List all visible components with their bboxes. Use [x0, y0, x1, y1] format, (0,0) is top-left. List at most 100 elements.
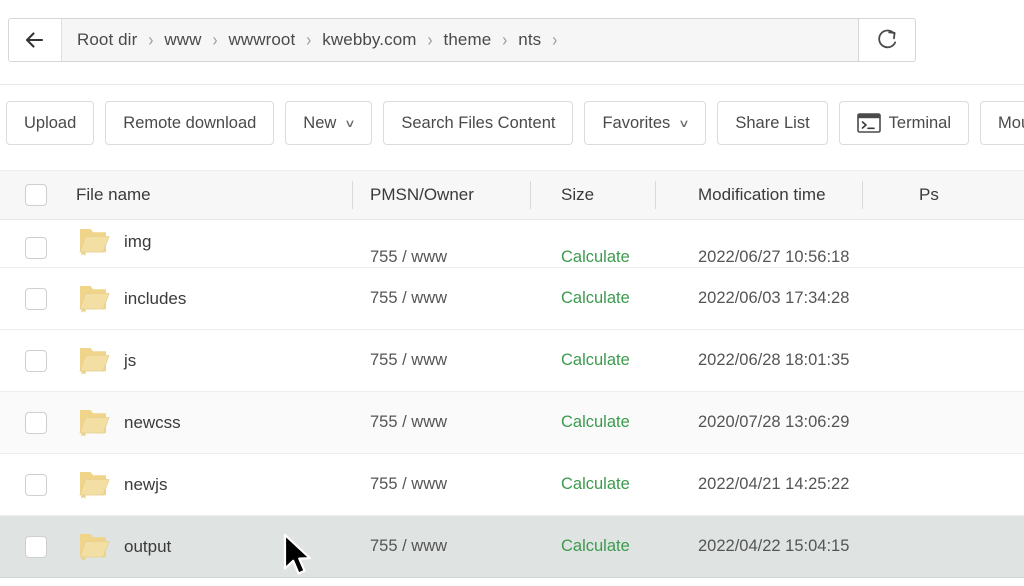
row-checkbox-cell[interactable]: [0, 237, 72, 267]
row-checkbox-cell[interactable]: [0, 411, 72, 434]
toolbar-button-share-list[interactable]: Share List: [717, 101, 828, 145]
column-header-file-name[interactable]: File name: [72, 185, 356, 205]
row-checkbox[interactable]: [25, 349, 47, 372]
toolbar-button-label: Terminal: [888, 113, 952, 132]
file-name-label[interactable]: newcss: [124, 413, 181, 433]
cell-size: Calculate: [548, 537, 686, 556]
calculate-size-link[interactable]: Calculate: [561, 351, 630, 369]
column-header-owner[interactable]: PMSN/Owner: [356, 185, 548, 205]
breadcrumb-segment-wwwroot[interactable]: wwwroot: [228, 30, 295, 50]
row-checkbox-cell[interactable]: [0, 473, 72, 496]
cell-owner: 755 / www: [356, 413, 548, 432]
toolbar-button-terminal[interactable]: Terminal: [838, 101, 970, 145]
breadcrumb-segment-root-dir[interactable]: Root dir: [77, 30, 137, 50]
cell-size: Calculate: [548, 351, 686, 370]
breadcrumb-separator-icon: ›: [552, 29, 558, 51]
row-checkbox[interactable]: [25, 411, 47, 434]
toolbar-button-new[interactable]: New ∨: [285, 101, 373, 145]
row-checkbox-cell[interactable]: [0, 349, 72, 372]
calculate-size-link[interactable]: Calculate: [561, 413, 630, 431]
arrow-left-icon: [25, 32, 44, 48]
row-checkbox-cell[interactable]: [0, 535, 72, 558]
row-checkbox[interactable]: [25, 237, 47, 259]
refresh-icon: [878, 29, 897, 49]
calculate-size-link[interactable]: Calculate: [561, 248, 630, 266]
toolbar-divider: [0, 84, 1024, 85]
cell-modification-time: 2022/04/21 14:25:22: [686, 475, 905, 494]
chevron-down-icon: ∨: [678, 117, 691, 130]
column-header-ps[interactable]: Ps: [905, 185, 1024, 205]
calculate-size-link[interactable]: Calculate: [561, 289, 630, 307]
cell-size: Calculate: [548, 248, 686, 267]
calculate-size-link[interactable]: Calculate: [561, 475, 630, 493]
toolbar-button-search-files-content[interactable]: Search Files Content: [383, 101, 574, 145]
breadcrumb-segment-www[interactable]: www: [164, 30, 201, 50]
breadcrumb-segment-kwebby-com[interactable]: kwebby.com: [322, 30, 416, 50]
cell-owner: 755 / www: [356, 351, 548, 370]
file-name-wrapper: output: [76, 530, 356, 564]
table-row[interactable]: newjs 755 / www Calculate 2022/04/21 14:25:…: [0, 454, 1024, 516]
folder-icon: [79, 285, 110, 313]
owner-label: 755 / www: [370, 537, 448, 555]
folder-icon: [79, 409, 110, 437]
cell-owner: 755 / www: [356, 537, 548, 556]
owner-label: 755 / www: [370, 289, 448, 307]
column-header-size-label: Size: [561, 185, 595, 204]
breadcrumb-separator-icon: ›: [148, 29, 154, 51]
breadcrumb-segment-theme[interactable]: theme: [444, 30, 492, 50]
modification-time-label: 2022/06/03 17:34:28: [698, 289, 850, 307]
column-divider: [352, 181, 353, 209]
select-all-checkbox[interactable]: [25, 184, 47, 206]
file-name-wrapper: newjs: [76, 468, 356, 502]
table-row[interactable]: newcss 755 / www Calculate 2020/07/28 13:06…: [0, 392, 1024, 454]
file-name-label[interactable]: newjs: [124, 475, 167, 495]
column-header-size[interactable]: Size: [548, 185, 686, 205]
chevron-down-icon: ∨: [344, 117, 357, 130]
cell-size: Calculate: [548, 413, 686, 432]
owner-label: 755 / www: [370, 413, 448, 431]
select-all-checkbox-cell[interactable]: [0, 184, 72, 206]
table-row[interactable]: img 755 / www Calculate 2022/06/27 10:56:18: [0, 220, 1024, 268]
row-checkbox[interactable]: [25, 473, 47, 496]
cell-file-name: includes: [72, 282, 356, 316]
row-checkbox[interactable]: [25, 535, 47, 558]
column-header-mtime[interactable]: Modification time: [686, 185, 905, 205]
folder-icon: [79, 229, 110, 256]
cell-file-name: output: [72, 530, 356, 564]
back-button[interactable]: [9, 19, 62, 61]
calculate-size-link[interactable]: Calculate: [561, 537, 630, 555]
modification-time-label: 2022/06/28 18:01:35: [698, 351, 850, 369]
file-name-wrapper: js: [76, 344, 356, 378]
toolbar-button-favorites[interactable]: Favorites ∨: [584, 101, 707, 145]
table-row[interactable]: includes 755 / www Calculate 2022/06/03 17:…: [0, 268, 1024, 330]
refresh-button[interactable]: [858, 19, 915, 61]
toolbar-button-label: Search Files Content: [401, 113, 556, 132]
breadcrumb-separator-icon: ›: [212, 29, 218, 51]
cell-file-name: newjs: [72, 468, 356, 502]
file-table: File name PMSN/Owner Size Modification t…: [0, 170, 1024, 585]
row-checkbox-cell[interactable]: [0, 287, 72, 310]
file-name-label[interactable]: js: [124, 351, 136, 371]
breadcrumb-separator-icon: ›: [306, 29, 312, 51]
file-name-label[interactable]: includes: [124, 289, 186, 309]
toolbar-button-remote-download[interactable]: Remote download: [105, 101, 275, 145]
column-divider: [862, 181, 863, 209]
file-name-label[interactable]: img: [124, 232, 151, 252]
owner-label: 755 / www: [370, 475, 448, 493]
toolbar-button-label: Mounted dis: [998, 113, 1024, 132]
file-name-wrapper: newcss: [76, 406, 356, 440]
toolbar-button-mounted-dis[interactable]: Mounted dis: [980, 101, 1024, 145]
table-body: img 755 / www Calculate 2022/06/27 10:56:18…: [0, 220, 1024, 578]
file-name-wrapper: img: [76, 225, 356, 267]
modification-time-label: 2022/04/22 15:04:15: [698, 537, 850, 555]
toolbar-button-upload[interactable]: Upload: [6, 101, 95, 145]
breadcrumb-bar: Root dir › www › wwwroot › kwebby.com › theme › nt…: [8, 18, 916, 62]
file-name-label[interactable]: output: [124, 537, 171, 557]
column-divider: [530, 181, 531, 209]
table-row[interactable]: js 755 / www Calculate 2022/06/28 18:01:35: [0, 330, 1024, 392]
cell-modification-time: 2022/04/22 15:04:15: [686, 537, 905, 556]
row-checkbox[interactable]: [25, 287, 47, 310]
breadcrumb-segment-nts[interactable]: nts: [518, 30, 541, 50]
cell-owner: 755 / www: [356, 289, 548, 308]
table-row[interactable]: output 755 / www Calculate 2022/04/22 15:04…: [0, 516, 1024, 578]
